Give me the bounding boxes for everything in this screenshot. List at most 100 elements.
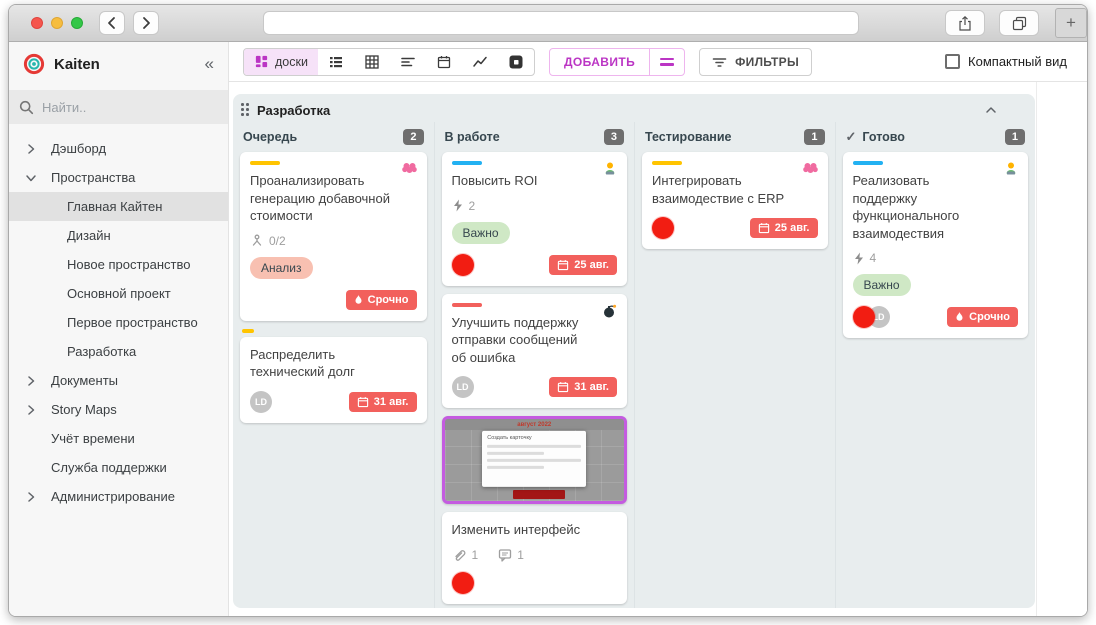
forward-icon <box>139 16 153 30</box>
filters-button[interactable]: ФИЛЬТРЫ <box>699 48 812 76</box>
card[interactable]: Изменить интерфейс 1 1 <box>442 512 628 604</box>
add-card-menu-button[interactable] <box>650 49 684 75</box>
traffic-lights <box>31 17 83 29</box>
urgent-badge: Срочно <box>346 290 417 310</box>
brain-icon <box>802 161 819 176</box>
sidebar-item-main-kaiten[interactable]: Главная Кайтен <box>9 192 228 221</box>
search-input[interactable] <box>42 100 202 115</box>
done-check-icon: ✓ <box>846 129 857 145</box>
card-title: Интегрировать взаимодествие с ERP <box>652 172 818 207</box>
sidebar-item-development[interactable]: Разработка <box>9 337 228 366</box>
add-card-split-button: ДОБАВИТЬ <box>549 48 685 76</box>
column-count-badge: 2 <box>403 129 423 145</box>
forward-button[interactable] <box>133 11 159 35</box>
card-cover-image[interactable]: август 2022 Создать карточку <box>442 416 628 504</box>
tab-overview-button[interactable] <box>999 10 1039 36</box>
board-header: Разработка <box>233 94 1035 120</box>
new-tab-button[interactable]: + <box>1055 8 1087 38</box>
filters-label: ФИЛЬТРЫ <box>735 55 799 69</box>
chevron-right-icon <box>23 489 39 505</box>
card[interactable]: Повысить ROI 2 Важно <box>442 152 628 286</box>
tag-important[interactable]: Важно <box>853 274 911 296</box>
list-view-button[interactable] <box>318 49 354 75</box>
card-title: Изменить интерфейс <box>452 521 618 539</box>
sidebar-item-administration[interactable]: Администрирование <box>9 482 228 511</box>
card[interactable]: Интегрировать взаимодествие с ERP 25 авг… <box>642 152 828 249</box>
cover-calendar-header: август 2022 <box>445 419 625 430</box>
calendar-view-button[interactable] <box>426 49 462 75</box>
card-footer: 25 авг. <box>452 254 618 276</box>
column-cards: Интегрировать взаимодествие с ERP 25 авг… <box>642 152 828 249</box>
sidebar-item-support[interactable]: Служба поддержки <box>9 453 228 482</box>
calendar-icon <box>557 259 569 271</box>
app-area: Kaiten « Дэшборд Пространства Главная Ка… <box>9 42 1087 616</box>
card-color-stripe <box>853 161 883 165</box>
compact-view-toggle[interactable]: Компактный вид <box>945 54 1067 69</box>
red-label-dot[interactable] <box>853 306 875 328</box>
compact-view-checkbox[interactable] <box>945 54 960 69</box>
sidebar-item-first-space[interactable]: Первое пространство <box>9 308 228 337</box>
column-count-badge: 1 <box>804 129 824 145</box>
boards-view-button[interactable]: доски <box>244 49 318 75</box>
add-card-button[interactable]: ДОБАВИТЬ <box>550 49 650 75</box>
chevron-right-icon <box>23 141 39 157</box>
comment-icon <box>498 548 512 562</box>
drag-handle-icon[interactable] <box>241 103 250 117</box>
subtasks-count: 0/2 <box>269 234 286 248</box>
card-meta: 2 <box>452 199 618 213</box>
chart-view-button[interactable] <box>462 49 498 75</box>
card-footer: LD 31 авг. <box>250 391 417 413</box>
sidebar-search[interactable] <box>9 90 228 124</box>
sidebar-item-time-tracking[interactable]: Учёт времени <box>9 424 228 453</box>
cover-red-button <box>513 490 565 499</box>
sidebar-item-spaces[interactable]: Пространства <box>9 163 228 192</box>
red-label-dot[interactable] <box>452 254 474 276</box>
due-date-badge: 25 авг. <box>549 255 617 275</box>
zoom-window-button[interactable] <box>71 17 83 29</box>
red-label-dot[interactable] <box>452 572 474 594</box>
flame-icon <box>354 294 363 306</box>
card-footer: Срочно <box>250 289 417 311</box>
due-date-badge: 31 авг. <box>549 377 617 397</box>
chevron-right-icon <box>23 402 39 418</box>
card[interactable]: Реализовать поддержку функционального вз… <box>843 152 1029 338</box>
column-name: В работе <box>445 130 604 144</box>
sidebar-item-label: Первое пространство <box>67 315 198 330</box>
focus-view-button[interactable] <box>498 49 534 75</box>
url-bar[interactable] <box>263 11 859 35</box>
sidebar-item-new-space[interactable]: Новое пространство <box>9 250 228 279</box>
card[interactable]: Распределить технический долг LD 31 авг. <box>240 337 427 423</box>
card[interactable]: Улучшить поддержку отправки сообщений об… <box>442 294 628 409</box>
sidebar-item-documents[interactable]: Документы <box>9 366 228 395</box>
card[interactable]: Проанализировать генерацию добавочной ст… <box>240 152 427 321</box>
sidebar-item-dashboard[interactable]: Дэшборд <box>9 134 228 163</box>
red-label-dot[interactable] <box>652 217 674 239</box>
card-title: Проанализировать генерацию добавочной ст… <box>250 172 417 225</box>
due-date-badge: 31 авг. <box>349 392 417 412</box>
close-window-button[interactable] <box>31 17 43 29</box>
sidebar-item-label: Документы <box>51 373 118 388</box>
avatar[interactable]: LD <box>452 376 474 398</box>
back-button[interactable] <box>99 11 125 35</box>
card-title: Реализовать поддержку функционального вз… <box>853 172 1019 242</box>
sidebar-header: Kaiten « <box>9 42 228 86</box>
board-columns: Очередь 2 Проанализировать генерацию доб… <box>233 120 1035 608</box>
tag-analysis[interactable]: Анализ <box>250 257 313 279</box>
board-title: Разработка <box>257 103 983 118</box>
sidebar-collapse-button[interactable]: « <box>205 54 214 74</box>
minimize-window-button[interactable] <box>51 17 63 29</box>
swimlane-view-button[interactable] <box>390 49 426 75</box>
sidebar-item-main-project[interactable]: Основной проект <box>9 279 228 308</box>
table-view-button[interactable] <box>354 49 390 75</box>
share-button[interactable] <box>945 10 985 36</box>
cover-modal-title: Создать карточку <box>487 435 581 441</box>
column-header: Тестирование 1 <box>642 122 828 152</box>
column-done: ✓ Готово 1 Реализовать поддержку функцио… <box>835 122 1036 608</box>
sidebar-item-story-maps[interactable]: Story Maps <box>9 395 228 424</box>
sidebar-item-design[interactable]: Дизайн <box>9 221 228 250</box>
board-collapse-button[interactable] <box>983 103 999 117</box>
sidebar-item-label: Story Maps <box>51 402 117 417</box>
card-color-stripe <box>452 161 482 165</box>
tag-important[interactable]: Важно <box>452 222 510 244</box>
avatar[interactable]: LD <box>250 391 272 413</box>
